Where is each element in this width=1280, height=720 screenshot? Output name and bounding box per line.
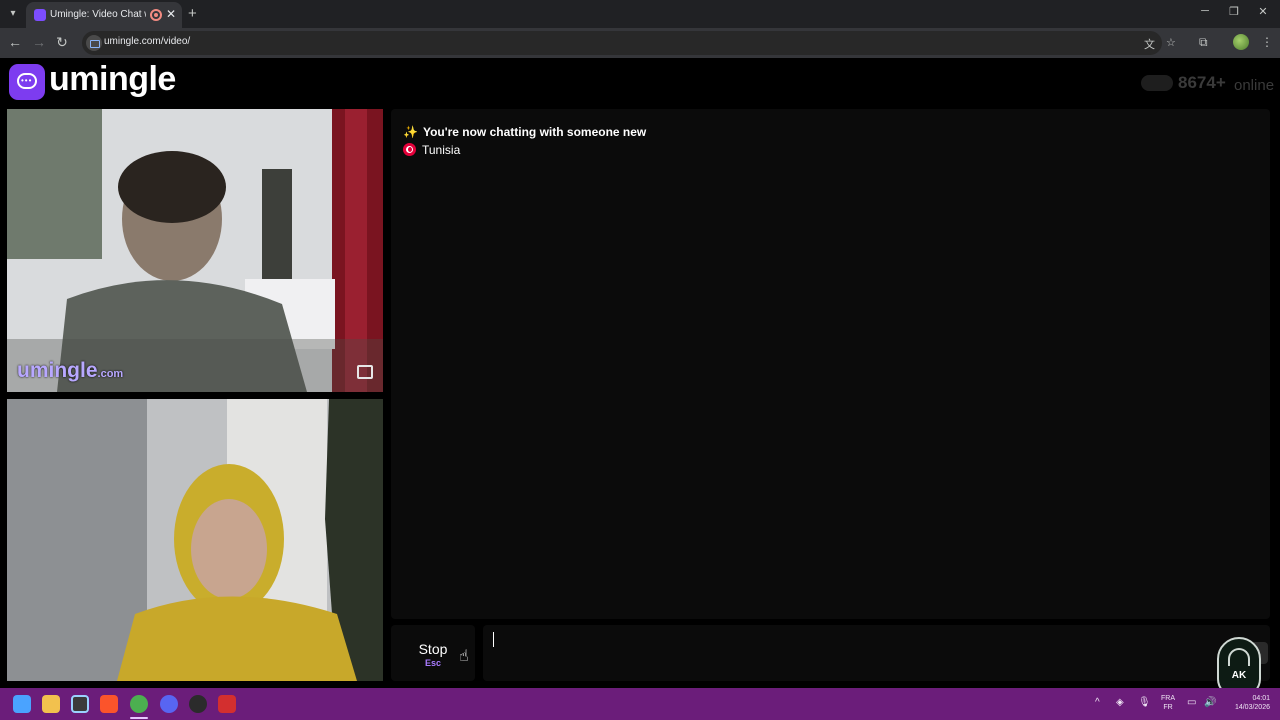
local-video [7,399,383,681]
watermark-main: umingle [17,359,98,382]
microphone-icon[interactable]: 🎙 [1138,697,1151,708]
windows-start-icon[interactable] [13,695,31,713]
sparkle-icon: ✨ [403,125,418,139]
new-tab-button[interactable]: + [188,5,197,22]
discord-icon[interactable] [160,695,178,713]
logo-text[interactable]: umingle [49,60,176,99]
tab-list-chevron-icon[interactable]: ▾ [4,5,22,23]
restore-button[interactable]: ❐ [1224,5,1244,18]
remote-video-frame [7,109,383,392]
translate-icon[interactable]: 文 [1144,36,1155,52]
bookmark-star-icon[interactable]: ☆ [1166,36,1176,49]
clock-time: 04:01 [1252,695,1270,702]
tab-close-icon[interactable]: ✕ [166,7,176,21]
message-input[interactable] [483,625,1270,681]
tray-overflow-icon[interactable]: ^ [1095,697,1100,708]
umingle-favicon-icon [34,9,46,21]
system-message: ✨ You're now chatting with someone new [403,125,646,139]
store-icon[interactable] [71,695,89,713]
close-window-button[interactable]: ✕ [1253,5,1273,18]
extensions-icon[interactable]: ⧉ [1199,35,1208,50]
tunisia-flag-icon [403,143,416,156]
file-explorer-icon[interactable] [42,695,60,713]
clock[interactable]: 04:01 14/03/2026 [1222,694,1270,712]
online-count: 8674+ [1178,73,1226,92]
acrobat-icon[interactable] [218,695,236,713]
minimize-button[interactable]: ─ [1195,5,1215,17]
mouse-cursor-icon: ☝ [459,648,469,665]
forward-arrow-icon[interactable]: → [31,34,47,50]
url-text[interactable]: umingle.com/video/ [104,36,190,47]
clock-date: 14/03/2026 [1234,704,1270,711]
watermark-sub: .com [97,368,124,380]
browser-toolbar: ← → ↻ umingle.com/video/ 文 ☆ ⧉ ⋮ [0,28,1280,58]
online-toggle[interactable] [1141,75,1173,91]
system-message-text: You're now chatting with someone new [422,125,647,139]
active-app-indicator [130,717,148,719]
volume-icon[interactable]: 🔊 [1204,697,1216,708]
back-arrow-icon[interactable]: ← [7,34,23,50]
chat-log: ✨ You're now chatting with someone new Tu… [391,109,1270,619]
text-caret [493,632,494,647]
badge-text: AK [1231,670,1247,681]
defender-tray-icon[interactable]: ◈ [1116,697,1124,708]
taskbar: ^ ◈ 🎙 FRA FR ▭ 🔊 04:01 14/03/2026 [0,688,1280,720]
browser-menu-icon[interactable]: ⋮ [1261,35,1273,49]
network-icon[interactable]: ▭ [1187,697,1196,708]
recording-indicator-icon [150,9,162,21]
address-bar[interactable]: umingle.com/video/ 文 ☆ [82,31,1176,55]
browser-tab-bar: ▾ Umingle: Video Chat with S ✕ + ─ ❐ ✕ [0,0,1280,28]
umingle-logo-icon[interactable]: ••• [9,64,45,100]
brave-browser-icon[interactable] [100,695,118,713]
remote-video: umingle.com [7,109,383,392]
chat-dots-icon: ••• [21,76,33,85]
browser-tab[interactable]: Umingle: Video Chat with S ✕ [26,2,182,28]
profile-avatar[interactable] [1233,34,1249,50]
phoenix-icon [1228,648,1250,666]
page: ••• umingle 8674+ online umingle.com ✨ Y… [0,58,1280,688]
language-top: FRA [1161,695,1175,702]
report-flag-icon[interactable] [357,365,373,379]
chrome-icon[interactable] [130,695,148,713]
country-line: Tunisia [403,143,460,157]
online-label: online [1234,77,1275,94]
country-name: Tunisia [422,143,461,157]
language-indicator[interactable]: FRA FR [1160,694,1176,712]
reload-icon[interactable]: ↻ [54,34,70,51]
watermark-logo: umingle.com [17,359,123,383]
local-video-frame [7,399,383,681]
obs-icon[interactable] [189,695,207,713]
language-bottom: FR [1163,704,1173,711]
tab-title: Umingle: Video Chat with S [50,9,146,20]
site-info-camera-icon[interactable] [86,35,102,51]
